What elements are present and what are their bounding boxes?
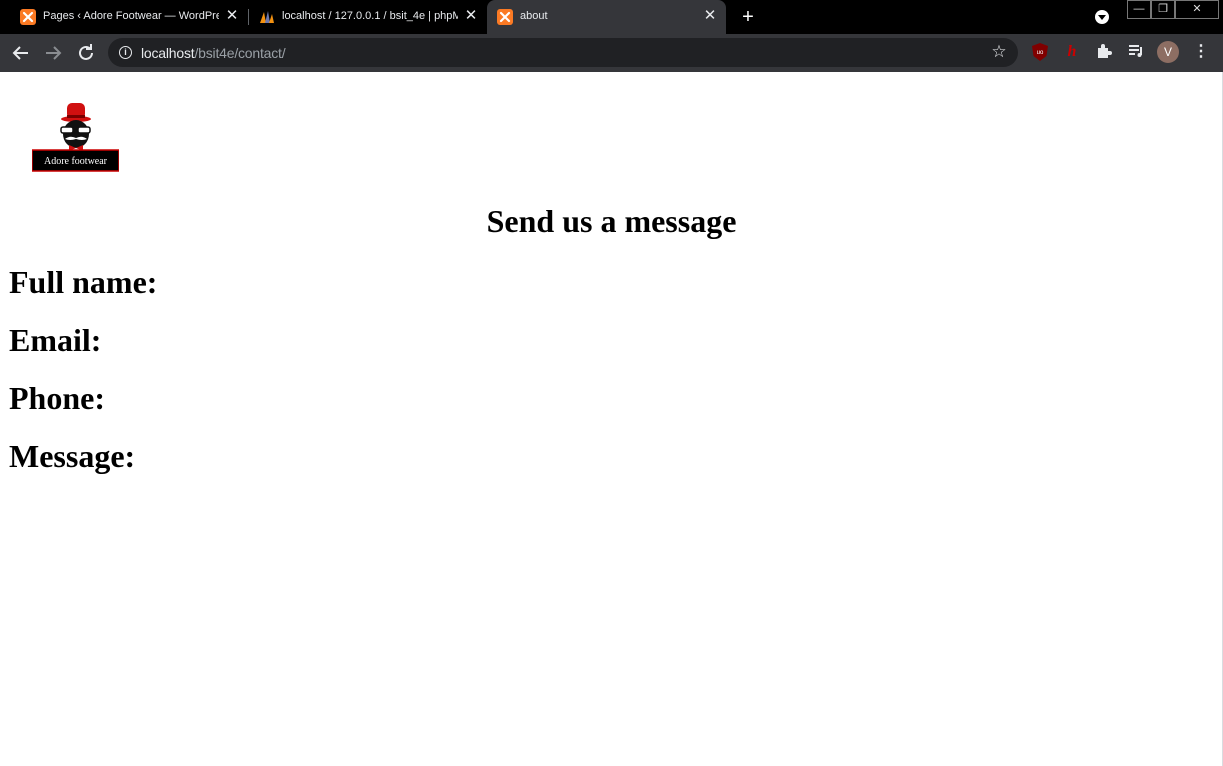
- xampp-icon: [20, 9, 36, 25]
- browser-chrome: Pages ‹ Adore Footwear — WordPress ✕ loc…: [0, 0, 1223, 72]
- tab-title: localhost / 127.0.0.1 / bsit_4e | phpMyA…: [282, 10, 458, 22]
- url-text[interactable]: localhost/bsit4e/contact/: [141, 45, 286, 61]
- back-button[interactable]: [9, 41, 33, 65]
- tab-title: about: [520, 10, 548, 22]
- site-info-icon[interactable]: i: [119, 46, 132, 59]
- bookmark-star-icon[interactable]: ☆: [990, 43, 1008, 61]
- close-tab-icon[interactable]: ✕: [702, 8, 718, 24]
- message-label: Message:: [9, 438, 136, 474]
- url-host: localhost: [141, 45, 195, 61]
- logo-image: Adore footwear: [31, 103, 120, 172]
- email-label: Email:: [9, 322, 102, 358]
- full-name-label: Full name:: [9, 264, 158, 300]
- page-content: Adore footwear Send us a message Full na…: [0, 72, 1223, 766]
- phpmyadmin-icon: [260, 11, 274, 23]
- site-logo[interactable]: Adore footwear: [31, 101, 120, 173]
- svg-text:uo: uo: [1037, 50, 1044, 56]
- logo-text: Adore footwear: [44, 156, 108, 167]
- tab-search-icon[interactable]: [1095, 10, 1109, 24]
- page-title: Send us a message: [486, 203, 737, 239]
- shield-icon: uo: [1032, 43, 1048, 61]
- tab-strip: Pages ‹ Adore Footwear — WordPress ✕ loc…: [0, 0, 1223, 34]
- forward-button[interactable]: [41, 41, 65, 65]
- url-path: /bsit4e/contact/: [194, 45, 286, 61]
- tab-phpmyadmin[interactable]: localhost / 127.0.0.1 / bsit_4e | phpMyA…: [249, 0, 486, 34]
- hypothesis-icon[interactable]: h: [1062, 42, 1082, 62]
- phone-label: Phone:: [9, 380, 105, 416]
- ublock-origin-icon[interactable]: uo: [1030, 42, 1050, 62]
- xampp-icon: [497, 9, 513, 25]
- media-queue-icon[interactable]: [1126, 42, 1146, 62]
- arrow-left-icon: [12, 46, 28, 60]
- tab-about[interactable]: about ✕: [487, 0, 726, 34]
- puzzle-piece-icon: [1098, 44, 1112, 58]
- restore-button[interactable]: ❐: [1151, 0, 1175, 19]
- more-menu-icon[interactable]: ⋮: [1191, 42, 1211, 62]
- close-window-button[interactable]: ✕: [1175, 0, 1219, 19]
- reload-icon: [79, 44, 93, 60]
- arrow-right-icon: [46, 46, 62, 60]
- close-tab-icon[interactable]: ✕: [463, 8, 479, 24]
- reload-button[interactable]: [74, 41, 98, 65]
- tab-title: Pages ‹ Adore Footwear — WordPress: [43, 10, 219, 22]
- tab-wordpress-pages[interactable]: Pages ‹ Adore Footwear — WordPress ✕: [10, 0, 247, 34]
- extensions-icon[interactable]: [1094, 42, 1114, 62]
- new-tab-button[interactable]: +: [737, 6, 759, 28]
- profile-avatar[interactable]: V: [1157, 41, 1179, 63]
- browser-toolbar: i localhost/bsit4e/contact/ ☆ uo h V ⋮: [0, 34, 1223, 72]
- minimize-button[interactable]: —: [1127, 0, 1151, 19]
- playlist-icon: [1129, 45, 1142, 57]
- close-tab-icon[interactable]: ✕: [224, 8, 240, 24]
- address-bar[interactable]: i localhost/bsit4e/contact/ ☆: [108, 38, 1018, 67]
